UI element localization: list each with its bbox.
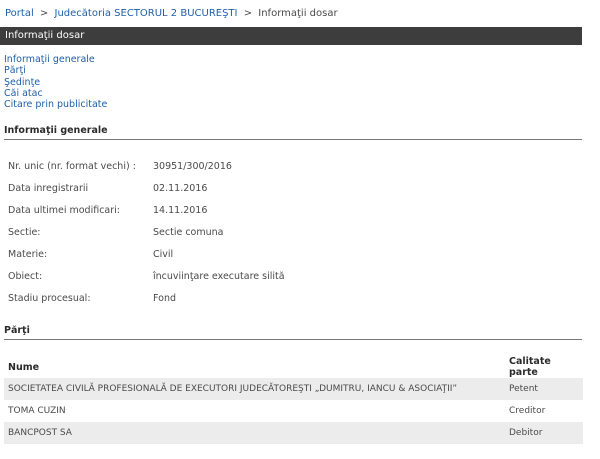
info-value: Fond	[153, 293, 176, 304]
table-row: BANCPOST SA Debitor	[4, 422, 583, 444]
parti-table: Nume Calitate parte SOCIETATEA CIVILĂ PR…	[4, 356, 583, 444]
toc-link-sedinte[interactable]: Şedinţe	[4, 77, 107, 88]
page-title-bar: Informaţii dosar	[0, 27, 582, 45]
info-label: Sectie:	[8, 227, 41, 238]
column-header-calitate: Calitate parte	[509, 356, 551, 378]
table-header-row: Nume Calitate parte	[4, 356, 583, 378]
section-heading-parti: Părţi	[4, 325, 582, 340]
column-header-nume: Nume	[8, 361, 40, 373]
party-name: SOCIETATEA CIVILĂ PROFESIONALĂ DE EXECUT…	[4, 378, 505, 400]
info-value: încuviinţare executare silită	[153, 271, 285, 282]
party-name: BANCPOST SA	[4, 422, 505, 444]
info-value: Civil	[153, 249, 174, 260]
party-name: TOMA CUZIN	[8, 406, 66, 416]
info-value: 14.11.2016	[153, 205, 208, 216]
toc-link-parti[interactable]: Părţi	[4, 65, 107, 76]
breadcrumb-separator: >	[39, 8, 49, 19]
party-role: Creditor	[509, 406, 546, 416]
breadcrumb-portal-link[interactable]: Portal	[5, 8, 34, 19]
info-label: Obiect:	[8, 271, 43, 282]
party-role: Petent	[505, 378, 583, 400]
breadcrumb: Portal > Judecătoria SECTORUL 2 BUCUREŞT…	[5, 8, 338, 19]
table-of-contents: Informaţii generale Părţi Şedinţe Căi at…	[4, 54, 107, 110]
info-label: Materie:	[8, 249, 48, 260]
toc-link-citare[interactable]: Citare prin publicitate	[4, 99, 107, 110]
table-row: SOCIETATEA CIVILĂ PROFESIONALĂ DE EXECUT…	[4, 378, 583, 400]
breadcrumb-separator: >	[243, 8, 253, 19]
info-value: Sectie comuna	[153, 227, 224, 238]
toc-link-cai-atac[interactable]: Căi atac	[4, 88, 107, 99]
info-label: Nr. unic (nr. format vechi) :	[8, 161, 136, 172]
toc-link-informatii-generale[interactable]: Informaţii generale	[4, 54, 107, 65]
breadcrumb-current: Informaţii dosar	[258, 8, 338, 19]
section-heading-general: Informaţii generale	[4, 125, 582, 140]
breadcrumb-court-link[interactable]: Judecătoria SECTORUL 2 BUCUREŞTI	[55, 8, 238, 19]
info-label: Data ultimei modificari:	[8, 205, 120, 216]
info-label: Data inregistrarii	[8, 183, 89, 194]
table-row: TOMA CUZIN Creditor	[4, 400, 583, 422]
info-value: 30951/300/2016	[153, 161, 232, 172]
info-value: 02.11.2016	[153, 183, 208, 194]
info-label: Stadiu procesual:	[8, 293, 91, 304]
party-role: Debitor	[505, 422, 583, 444]
